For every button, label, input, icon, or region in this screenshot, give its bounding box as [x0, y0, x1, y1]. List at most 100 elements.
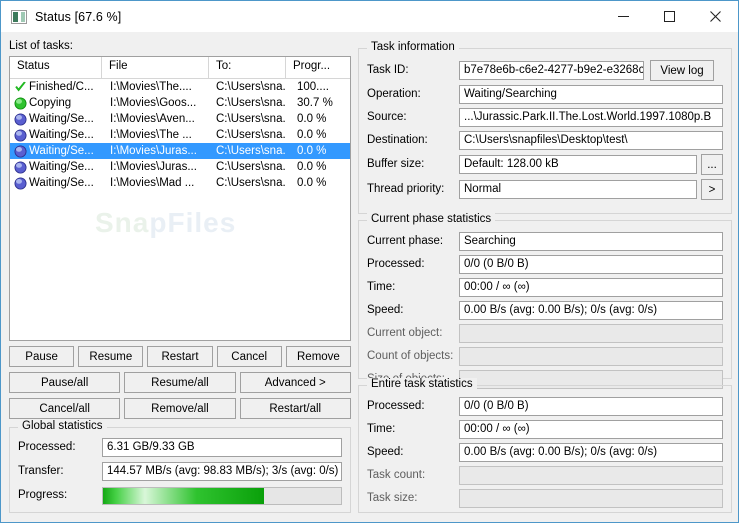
sphere-blue-icon [14, 161, 27, 174]
cell-to: C:\Users\sna... [216, 145, 286, 157]
current-phase-value-3: 0.00 B/s (avg: 0.00 B/s); 0/s (avg: 0/s) [459, 301, 723, 320]
entire-task-label-0: Processed: [367, 400, 425, 412]
entire-task-value-0: 0/0 (0 B/0 B) [459, 397, 723, 416]
remove-all-button[interactable]: Remove/all [124, 398, 236, 419]
buffer-size-browse-button[interactable]: ... [701, 154, 723, 175]
entire-task-value-1: 00:00 / ∞ (∞) [459, 420, 723, 439]
operation-label: Operation: [367, 88, 421, 100]
cell-file: I:\Movies\Goos... [110, 97, 197, 109]
current-phase-rows: Current phase: Searching Processed: 0/0 (0 … [359, 221, 731, 389]
current-phase-label-4: Current object: [367, 327, 443, 339]
cell-status: Waiting/Se... [10, 111, 102, 127]
table-row[interactable]: Waiting/Se... I:\Movies\Juras... C:\Users\… [10, 159, 350, 175]
cell-progress: 0.0 % [297, 177, 327, 189]
cell-status-text: Waiting/Se... [29, 129, 94, 141]
current-phase-label-2: Time: [367, 281, 396, 293]
table-row[interactable]: Waiting/Se... I:\Movies\Aven... C:\Users\s… [10, 111, 350, 127]
current-phase-value-5 [459, 347, 723, 366]
cell-status: Finished/C... [10, 79, 102, 95]
task-list[interactable]: SnapFiles Status File To: Progr... Finis… [9, 56, 351, 341]
view-log-button[interactable]: View log [650, 60, 714, 81]
thread-priority-more-button[interactable]: > [701, 179, 723, 200]
entire-task-row: Time: 00:00 / ∞ (∞) [367, 420, 723, 439]
cell-to: C:\Users\sna... [216, 129, 286, 141]
window-controls [600, 1, 738, 32]
global-progress-row: Progress: [18, 486, 342, 505]
column-header-progress[interactable]: Progr... [286, 57, 350, 78]
table-row[interactable]: Waiting/Se... I:\Movies\Juras... C:\Users\… [10, 143, 350, 159]
cell-status: Waiting/Se... [10, 175, 102, 191]
destination-label: Destination: [367, 134, 428, 146]
table-row[interactable]: Finished/C... I:\Movies\The.... C:\Users\s… [10, 79, 350, 95]
app-window-icon [11, 9, 27, 24]
cell-to: C:\Users\sna... [216, 81, 286, 93]
column-header-status[interactable]: Status [10, 57, 102, 78]
column-header-to[interactable]: To: [209, 57, 286, 78]
sphere-green-icon [14, 97, 27, 110]
entire-task-row: Task count: [367, 466, 723, 485]
global-statistics-panel: Global statistics Processed: 6.31 GB/9.3… [9, 420, 351, 513]
current-phase-label-1: Processed: [367, 258, 425, 270]
title-bar: Status [67.6 %] [1, 1, 738, 32]
advanced-button[interactable]: Advanced > [239, 372, 351, 393]
current-phase-label-0: Current phase: [367, 235, 444, 247]
cancel-all-button[interactable]: Cancel/all [9, 398, 121, 419]
cell-progress: 30.7 % [297, 97, 333, 109]
maximize-icon[interactable] [646, 1, 692, 32]
cell-to: C:\Users\sna... [216, 113, 286, 125]
cell-progress: 100.... [297, 81, 329, 93]
remove-button[interactable]: Remove [285, 346, 352, 367]
task-information-panel: Task information Task ID: b7e78e6b-c6e2-… [358, 41, 732, 214]
current-phase-label-5: Count of objects: [367, 350, 454, 362]
cell-file: I:\Movies\Mad ... [110, 177, 195, 189]
cell-file: I:\Movies\The ... [110, 129, 192, 141]
current-phase-value-4 [459, 324, 723, 343]
cell-to: C:\Users\sna... [216, 161, 286, 173]
entire-task-rows: Processed: 0/0 (0 B/0 B) Time: 00:00 / ∞ (∞… [359, 386, 731, 508]
destination-value[interactable]: C:\Users\snapfiles\Desktop\test\ [459, 131, 723, 150]
pause-button[interactable]: Pause [9, 346, 75, 367]
cell-status: Waiting/Se... [10, 143, 102, 159]
global-transfer-label: Transfer: [18, 465, 64, 477]
thread-priority-label: Thread priority: [367, 183, 445, 195]
entire-task-statistics-title: Entire task statistics [367, 378, 477, 390]
global-progress-label: Progress: [18, 489, 68, 501]
restart-all-button[interactable]: Restart/all [239, 398, 351, 419]
task-actions-row-2: Pause/all Resume/all Advanced > [9, 372, 351, 393]
entire-task-row: Processed: 0/0 (0 B/0 B) [367, 397, 723, 416]
cell-progress: 0.0 % [297, 145, 327, 157]
entire-task-value-2: 0.00 B/s (avg: 0.00 B/s); 0/s (avg: 0/s) [459, 443, 723, 462]
resume-all-button[interactable]: Resume/all [124, 372, 236, 393]
cell-progress: 0.0 % [297, 113, 327, 125]
sphere-blue-icon [14, 145, 27, 158]
resume-button[interactable]: Resume [78, 346, 144, 367]
status-window: Status [67.6 %] List of tasks: SnapFiles… [0, 0, 739, 523]
cell-status-text: Waiting/Se... [29, 113, 94, 125]
close-icon[interactable] [692, 1, 738, 32]
current-phase-row: Speed: 0.00 B/s (avg: 0.00 B/s); 0/s (avg… [367, 301, 723, 320]
cell-status: Waiting/Se... [10, 159, 102, 175]
pause-all-button[interactable]: Pause/all [9, 372, 121, 393]
column-header-file[interactable]: File [102, 57, 209, 78]
global-progress-bar [102, 486, 342, 505]
global-processed-value: 6.31 GB/9.33 GB [102, 438, 342, 457]
task-id-label: Task ID: [367, 64, 409, 76]
table-row[interactable]: Copying I:\Movies\Goos... C:\Users\sna... 3… [10, 95, 350, 111]
task-id-value[interactable]: b7e78e6b-c6e2-4277-b9e2-e3268c [459, 61, 644, 80]
current-phase-value-2: 00:00 / ∞ (∞) [459, 278, 723, 297]
current-phase-row: Count of objects: [367, 347, 723, 366]
entire-task-label-3: Task count: [367, 469, 426, 481]
table-row[interactable]: Waiting/Se... I:\Movies\The ... C:\Users\s… [10, 127, 350, 143]
entire-task-label-4: Task size: [367, 492, 418, 504]
operation-value: Waiting/Searching [459, 85, 723, 104]
cancel-button[interactable]: Cancel [216, 346, 282, 367]
cell-file: I:\Movies\Juras... [110, 145, 197, 157]
source-value[interactable]: ...\Jurassic.Park.II.The.Lost.World.1997… [459, 108, 723, 127]
minimize-icon[interactable] [600, 1, 646, 32]
table-row[interactable]: Waiting/Se... I:\Movies\Mad ... C:\Users\s… [10, 175, 350, 191]
buffer-size-row: Buffer size: Default: 128.00 kB ... [367, 154, 723, 175]
cell-progress: 0.0 % [297, 161, 327, 173]
thread-priority-row: Thread priority: Normal > [367, 179, 723, 200]
restart-button[interactable]: Restart [147, 346, 213, 367]
entire-task-label-1: Time: [367, 423, 396, 435]
